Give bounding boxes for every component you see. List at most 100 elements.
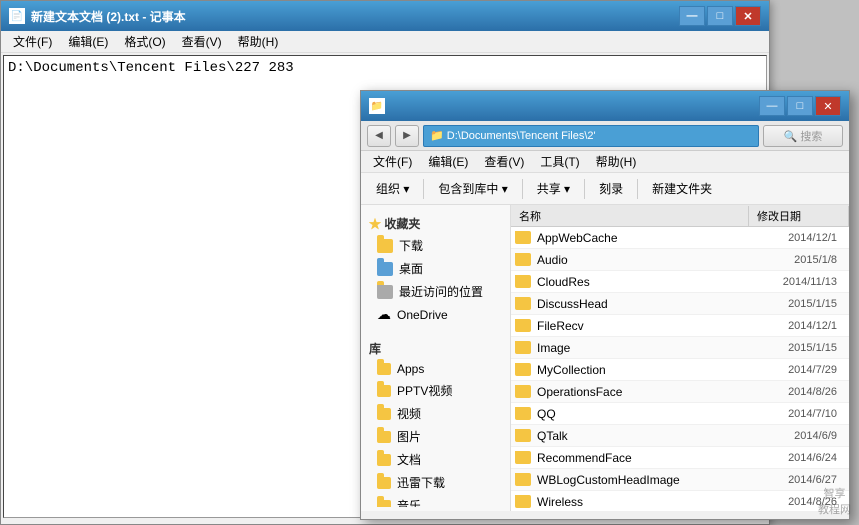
explorer-menu-help[interactable]: 帮助(H) xyxy=(588,151,645,172)
sidebar-item-recent[interactable]: 最近访问的位置 xyxy=(361,280,510,303)
file-row[interactable]: QQ2014/7/10 xyxy=(511,403,849,425)
file-row-name: Audio xyxy=(515,253,745,267)
file-folder-icon xyxy=(515,319,531,332)
file-name-label: Image xyxy=(537,341,570,355)
notepad-minimize-button[interactable]: — xyxy=(679,6,705,26)
file-row[interactable]: AppWebCache2014/12/1 xyxy=(511,227,849,249)
sidebar-item-desktop[interactable]: 桌面 xyxy=(361,257,510,280)
file-name-label: DiscussHead xyxy=(537,297,608,311)
notepad-menu-format[interactable]: 格式(O) xyxy=(116,31,173,52)
file-row[interactable]: MyCollection2014/7/29 xyxy=(511,359,849,381)
sidebar-item-pptv[interactable]: PPTV视频 xyxy=(361,379,510,402)
file-folder-icon xyxy=(515,253,531,266)
column-date[interactable]: 修改日期 xyxy=(749,206,849,226)
download-folder-icon xyxy=(377,239,393,253)
file-folder-icon xyxy=(515,473,531,486)
column-name[interactable]: 名称 xyxy=(511,206,749,226)
sidebar-item-music[interactable]: 音乐 xyxy=(361,494,510,507)
file-row-name: OperationsFace xyxy=(515,385,745,399)
toolbar-new-folder[interactable]: 新建文件夹 xyxy=(643,176,721,201)
file-date-label: 2015/1/15 xyxy=(745,298,845,310)
file-list-container: 名称 修改日期 AppWebCache2014/12/1Audio2015/1/… xyxy=(511,205,849,511)
toolbar-burn[interactable]: 刻录 xyxy=(590,176,632,201)
file-row[interactable]: FileRecv2014/12/1 xyxy=(511,315,849,337)
file-row[interactable]: DiscussHead 2015/1/15 xyxy=(511,293,849,315)
sidebar-item-pictures[interactable]: 图片 xyxy=(361,425,510,448)
file-row[interactable]: WBLogCustomHeadImage2014/6/27 xyxy=(511,469,849,491)
desktop-folder-icon xyxy=(377,262,393,276)
file-name-label: FileRecv xyxy=(537,319,584,333)
address-bar-text: D:\Documents\Tencent Files\2' xyxy=(447,130,596,142)
explorer-minimize-button[interactable]: — xyxy=(759,96,785,116)
explorer-close-button[interactable]: ✕ xyxy=(815,96,841,116)
file-row[interactable]: Audio2015/1/8 xyxy=(511,249,849,271)
pictures-folder-icon xyxy=(377,431,391,443)
file-folder-icon xyxy=(515,275,531,288)
file-date-label: 2014/7/29 xyxy=(745,364,845,376)
notepad-menu-edit[interactable]: 编辑(E) xyxy=(60,31,116,52)
sidebar-item-onedrive[interactable]: ☁ OneDrive xyxy=(361,303,510,326)
file-date-label: 2014/8/26 xyxy=(745,386,845,398)
explorer-menu-view[interactable]: 查看(V) xyxy=(476,151,532,172)
notepad-menu-file[interactable]: 文件(F) xyxy=(5,31,60,52)
file-row-name: DiscussHead xyxy=(515,297,745,311)
back-button[interactable]: ◀ xyxy=(367,125,391,147)
documents-folder-icon xyxy=(377,454,391,466)
file-row[interactable]: CloudRes 2014/11/13 xyxy=(511,271,849,293)
file-name-label: AppWebCache xyxy=(537,231,618,245)
file-date-label: 2014/6/9 xyxy=(745,430,845,442)
file-row-name: RecommendFace xyxy=(515,451,745,465)
toolbar-separator-1 xyxy=(423,179,424,199)
sidebar-item-documents[interactable]: 文档 xyxy=(361,448,510,471)
explorer-maximize-button[interactable]: □ xyxy=(787,96,813,116)
explorer-titlebar: 📁 — □ ✕ xyxy=(361,91,849,121)
toolbar-organize[interactable]: 组织 ▾ xyxy=(367,176,418,201)
toolbar-include-in-library[interactable]: 包含到库中 ▾ xyxy=(429,176,516,201)
file-folder-icon xyxy=(515,407,531,420)
notepad-menu-view[interactable]: 查看(V) xyxy=(174,31,230,52)
explorer-sidebar: ★ 收藏夹 下载 桌面 最近访问的位置 ☁ OneDrive xyxy=(361,205,511,511)
file-row[interactable]: RecommendFace2014/6/24 xyxy=(511,447,849,469)
file-row[interactable]: QTalk 2014/6/9 xyxy=(511,425,849,447)
file-folder-icon xyxy=(515,297,531,310)
file-name-label: WBLogCustomHeadImage xyxy=(537,473,680,487)
explorer-menu-file[interactable]: 文件(F) xyxy=(365,151,420,172)
explorer-menubar: 文件(F) 编辑(E) 查看(V) 工具(T) 帮助(H) xyxy=(361,151,849,173)
thunder-folder-icon xyxy=(377,477,391,489)
explorer-nav-bar: ◀ ▶ 📁 D:\Documents\Tencent Files\2' 🔍 搜索 xyxy=(361,121,849,151)
notepad-close-button[interactable]: ✕ xyxy=(735,6,761,26)
file-row[interactable]: Wireless2014/8/26 xyxy=(511,491,849,511)
explorer-menu-edit[interactable]: 编辑(E) xyxy=(420,151,476,172)
sidebar-item-downloads[interactable]: 下载 xyxy=(361,234,510,257)
recent-folder-icon xyxy=(377,285,393,299)
notepad-text: D:\Documents\Tencent Files\227 283 xyxy=(8,60,294,76)
file-name-label: Audio xyxy=(537,253,568,267)
explorer-menu-tools[interactable]: 工具(T) xyxy=(532,151,587,172)
file-row-name: AppWebCache xyxy=(515,231,745,245)
file-name-label: CloudRes xyxy=(537,275,590,289)
sidebar-item-thunder[interactable]: 迅雷下载 xyxy=(361,471,510,494)
toolbar-share[interactable]: 共享 ▾ xyxy=(528,176,579,201)
file-row[interactable]: OperationsFace2014/8/26 xyxy=(511,381,849,403)
notepad-window-controls: — □ ✕ xyxy=(679,6,761,26)
forward-button[interactable]: ▶ xyxy=(395,125,419,147)
search-box[interactable]: 🔍 搜索 xyxy=(763,125,843,147)
file-name-label: QTalk xyxy=(537,429,568,443)
notepad-title: 新建文本文档 (2).txt - 记事本 xyxy=(31,8,679,25)
file-date-label: 2015/1/15 xyxy=(745,342,845,354)
file-date-label: 2014/11/13 xyxy=(745,276,845,288)
file-row[interactable]: Image 2015/1/15 xyxy=(511,337,849,359)
sidebar-item-apps[interactable]: Apps xyxy=(361,359,510,379)
file-folder-icon xyxy=(515,341,531,354)
onedrive-icon: ☁ xyxy=(377,306,391,323)
notepad-maximize-button[interactable]: □ xyxy=(707,6,733,26)
file-folder-icon xyxy=(515,363,531,376)
explorer-app-icon: 📁 xyxy=(369,98,385,114)
sidebar-item-video[interactable]: 视频 xyxy=(361,402,510,425)
sidebar-scroll-content: ★ 收藏夹 下载 桌面 最近访问的位置 ☁ OneDrive xyxy=(361,209,510,507)
watermark: 智享 教程网 xyxy=(818,485,851,517)
toolbar-separator-2 xyxy=(522,179,523,199)
notepad-menu-help[interactable]: 帮助(H) xyxy=(230,31,287,52)
file-folder-icon xyxy=(515,451,531,464)
address-bar[interactable]: 📁 D:\Documents\Tencent Files\2' xyxy=(423,125,759,147)
